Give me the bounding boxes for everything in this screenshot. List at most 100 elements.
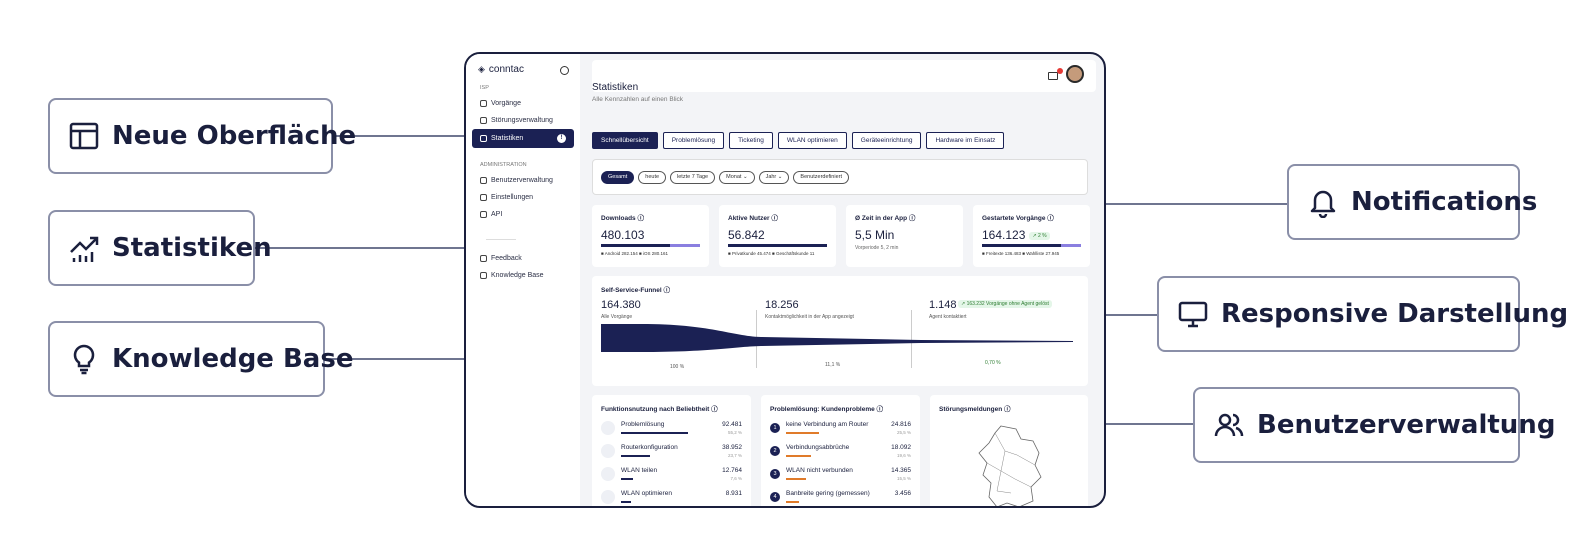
rank-number: 4 bbox=[770, 492, 780, 502]
sidebar-item-vorgaenge[interactable]: Vorgänge bbox=[472, 95, 574, 112]
row-label: Problemlösung bbox=[621, 421, 665, 428]
sidebar-item-label: Knowledge Base bbox=[491, 272, 544, 279]
funnel-pct: 100 % bbox=[670, 364, 685, 370]
tab-ticketing[interactable]: Ticketing bbox=[729, 132, 773, 149]
sidebar-item-label: API bbox=[491, 211, 503, 218]
divider bbox=[486, 239, 516, 240]
kpi-value: 164.123 bbox=[982, 228, 1026, 242]
row-value: 24.816 bbox=[891, 421, 911, 428]
user-icon bbox=[480, 100, 487, 107]
list-item[interactable]: 1 keine Verbindung am Router 24.816 25,5 % bbox=[770, 421, 911, 444]
filter-jahr[interactable]: Jahr ⌄ bbox=[758, 170, 790, 184]
kpi-value: 56.842 bbox=[728, 228, 765, 242]
kpi-card-aktive-nutzer: Aktive Nutzer ⓘ 56.842 ■ Privatkunde 45.… bbox=[719, 205, 836, 267]
callout-neue-oberflaeche: Neue Oberfläche bbox=[48, 98, 356, 174]
row-label: Verbindungsabbrüche bbox=[786, 444, 850, 451]
list-item[interactable]: Routerkonfiguration 38.952 23,7 % bbox=[601, 444, 742, 467]
sidebar-item-label: Benutzerverwaltung bbox=[491, 177, 553, 184]
list-item[interactable]: 2 Verbindungsabbrüche 18.092 19,6 % bbox=[770, 444, 911, 467]
row-value: 38.952 bbox=[722, 444, 742, 451]
kpi-delta-badge: ↗ 2 % bbox=[1029, 231, 1050, 240]
stage: Neue Oberfläche Statistiken Knowledge Ba… bbox=[0, 0, 1570, 560]
row-pct: 19,6 % bbox=[896, 453, 911, 458]
list-item[interactable]: WLAN optimieren 8.931 bbox=[601, 490, 742, 506]
tab-schnelluebersicht[interactable]: Schnellübersicht bbox=[592, 132, 658, 149]
funnel-card: Self-Service-Funnel ⓘ 164.380 Alle Vorgä… bbox=[592, 276, 1088, 386]
link-icon bbox=[480, 211, 487, 218]
sidebar-item-feedback[interactable]: Feedback bbox=[472, 250, 574, 267]
kpi-label: Downloads ⓘ bbox=[601, 215, 644, 222]
avatar[interactable] bbox=[1066, 65, 1084, 83]
tab-wlan-optimieren[interactable]: WLAN optimieren bbox=[777, 132, 847, 149]
row-pct: 23,7 % bbox=[727, 453, 742, 458]
callout-responsive-darstellung: Responsive Darstellung bbox=[1157, 276, 1568, 352]
kpi-value: 5,5 Min bbox=[855, 228, 895, 242]
kpi-card-zeit-in-app: Ø Zeit in der App ⓘ 5,5 Min Vorperiode 5… bbox=[846, 205, 963, 267]
row-bar bbox=[786, 478, 806, 480]
list-item[interactable]: 4 Banbreite gering (gemessen) 3.456 bbox=[770, 490, 911, 506]
message-icon bbox=[480, 255, 487, 262]
mail-icon[interactable] bbox=[1048, 72, 1058, 80]
list-item[interactable]: 3 WLAN nicht verbunden 14.365 15,5 % bbox=[770, 467, 911, 490]
sidebar: ◈ conntac ISP Vorgänge Störungsverwaltun… bbox=[466, 54, 580, 506]
kpi-card-gestartete-vorgaenge: Gestartete Vorgänge ⓘ 164.123 ↗ 2 % ■ Fre… bbox=[973, 205, 1090, 267]
kpi-label: Ø Zeit in der App ⓘ bbox=[855, 215, 916, 222]
gear-icon bbox=[480, 194, 487, 201]
kpi-label: Gestartete Vorgänge ⓘ bbox=[982, 215, 1054, 222]
row-label: WLAN nicht verbunden bbox=[786, 467, 853, 474]
filter-benutzerdefiniert[interactable]: Benutzerdefiniert bbox=[793, 170, 849, 184]
germany-map[interactable] bbox=[961, 421, 1061, 508]
sidebar-item-statistiken[interactable]: Statistiken! bbox=[472, 129, 574, 148]
connector-line bbox=[254, 247, 465, 249]
usage-card: Funktionsnutzung nach Beliebtheit ⓘ Prob… bbox=[592, 395, 751, 506]
users-icon bbox=[1214, 413, 1244, 437]
sidebar-item-api[interactable]: API bbox=[472, 206, 574, 223]
callout-label: Responsive Darstellung bbox=[1221, 299, 1569, 329]
kpi-value: 480.103 bbox=[601, 228, 645, 242]
callout-label: Notifications bbox=[1351, 187, 1538, 217]
kpi-row: Downloads ⓘ 480.103 ■ Android 282.154 ■ … bbox=[592, 205, 1090, 267]
sidebar-item-label: Einstellungen bbox=[491, 194, 534, 201]
kpi-bar bbox=[601, 244, 700, 247]
kpi-legend: ■ Android 282.154 ■ iOS 280.161 bbox=[601, 251, 668, 256]
funnel-title: Self-Service-Funnel ⓘ bbox=[601, 287, 670, 294]
callout-label: Knowledge Base bbox=[112, 344, 354, 374]
list-item[interactable]: Problemlösung 92.481 55,2 % bbox=[601, 421, 742, 444]
problems-card: Problemlösung: Kundenprobleme ⓘ 1 keine V… bbox=[761, 395, 920, 506]
filter-monat[interactable]: Monat ⌄ bbox=[719, 170, 755, 184]
list-item[interactable]: WLAN teilen 12.764 7,6 % bbox=[601, 467, 742, 490]
rank-number: 1 bbox=[770, 423, 780, 433]
filter-gesamt[interactable]: Gesamt bbox=[601, 170, 635, 184]
row-bar bbox=[786, 455, 811, 457]
row-label: Routerkonfiguration bbox=[621, 444, 678, 451]
alert-badge: ! bbox=[557, 134, 566, 143]
kpi-bar bbox=[982, 244, 1081, 247]
page-subtitle: Alle Kennzahlen auf einen Blick bbox=[592, 96, 684, 103]
filter-heute[interactable]: heute bbox=[638, 170, 667, 184]
kpi-bar-fill bbox=[670, 244, 700, 247]
tab-geraeteeinrichtung[interactable]: Geräteeinrichtung bbox=[851, 132, 922, 149]
row-bar bbox=[621, 478, 634, 480]
sidebar-item-knowledge-base[interactable]: Knowledge Base bbox=[472, 267, 574, 284]
sidebar-item-einstellungen[interactable]: Einstellungen bbox=[472, 189, 574, 206]
gear-icon[interactable] bbox=[560, 66, 569, 75]
activity-icon bbox=[480, 135, 487, 142]
time-filter-bar: Gesamt heute letzte 7 Tage Monat ⌄ Jahr … bbox=[592, 159, 1088, 195]
sidebar-item-benutzerverwaltung[interactable]: Benutzerverwaltung bbox=[472, 172, 574, 189]
connector-line bbox=[1105, 203, 1288, 205]
sidebar-section-label: ADMINISTRATION bbox=[480, 162, 527, 168]
notification-badge bbox=[1057, 68, 1063, 74]
book-icon bbox=[480, 272, 487, 279]
tab-hardware[interactable]: Hardware im Einsatz bbox=[926, 132, 1005, 149]
filter-7-tage[interactable]: letzte 7 Tage bbox=[670, 170, 716, 184]
row-value: 92.481 bbox=[722, 421, 742, 428]
rank-number: 3 bbox=[770, 469, 780, 479]
row-value: 3.456 bbox=[894, 490, 911, 497]
tab-problemloesung[interactable]: Problemlösung bbox=[662, 132, 725, 149]
home-icon bbox=[601, 490, 615, 504]
row-value: 14.365 bbox=[891, 467, 911, 474]
row-pct: 25,5 % bbox=[896, 430, 911, 435]
funnel-shape bbox=[601, 324, 1073, 352]
sidebar-item-stoerungsverwaltung[interactable]: Störungsverwaltung bbox=[472, 112, 574, 129]
kpi-subtext: Vorperiode 5, 2 min bbox=[855, 245, 899, 251]
